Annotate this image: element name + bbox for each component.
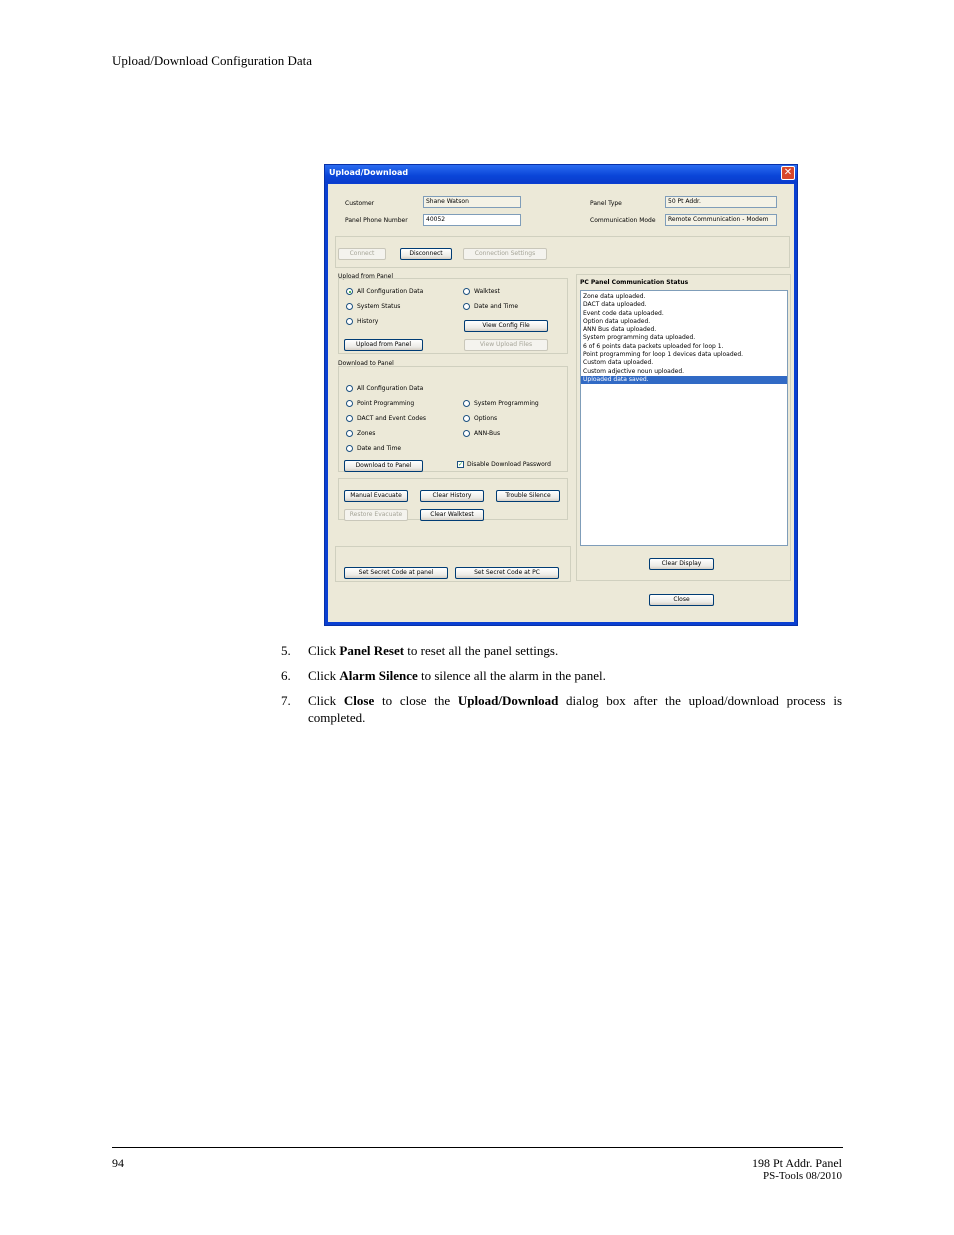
close-icon[interactable]: ✕ — [781, 166, 795, 180]
close-button[interactable]: Close — [649, 594, 714, 606]
disconnect-button[interactable]: Disconnect — [400, 248, 452, 260]
panel-type-label: Panel Type — [590, 200, 622, 207]
radio-icon — [463, 400, 470, 407]
radio-icon — [463, 288, 470, 295]
status-line: Zone data uploaded. — [583, 293, 646, 300]
radio-icon — [346, 385, 353, 392]
radio-icon — [346, 445, 353, 452]
upload-walktest-radio[interactable]: Walktest — [463, 287, 500, 296]
footer-rule — [112, 1147, 843, 1148]
disable-password-checkbox[interactable]: ✓ Disable Download Password — [457, 460, 551, 469]
radio-selected-icon — [346, 288, 353, 295]
status-line-selected: Uploaded data saved. — [581, 375, 787, 385]
dialog-title: Upload/Download — [329, 168, 409, 177]
set-secret-code-panel-button[interactable]: Set Secret Code at panel — [344, 567, 448, 579]
view-config-file-button[interactable]: View Config File — [464, 320, 548, 332]
connection-settings-button[interactable]: Connection Settings — [463, 248, 547, 260]
radio-icon — [463, 430, 470, 437]
restore-evacuate-button[interactable]: Restore Evacuate — [344, 509, 408, 521]
view-upload-files-button[interactable]: View Upload Files — [464, 339, 548, 351]
status-line: Point programming for loop 1 devices dat… — [583, 351, 744, 359]
footer-product: 198 Pt Addr. Panel — [751, 1156, 842, 1170]
footer-doc-ref: PS-Tools 08/2010 — [763, 1170, 842, 1182]
status-line: Option data uploaded. — [583, 317, 651, 325]
status-line: Custom data uploaded. — [583, 359, 654, 367]
download-system-programming-radio[interactable]: System Programming — [463, 399, 539, 408]
page-number: 94 — [112, 1156, 124, 1170]
dialog-client-area: Customer Shane Watson Panel Phone Number… — [328, 184, 794, 622]
manual-evacuate-button[interactable]: Manual Evacuate — [344, 490, 408, 502]
download-point-programming-radio[interactable]: Point Programming — [346, 399, 414, 408]
radio-icon — [346, 303, 353, 310]
upload-from-panel-button[interactable]: Upload from Panel — [344, 339, 423, 351]
radio-icon — [463, 303, 470, 310]
status-line: Custom adjective noun uploaded. — [583, 367, 685, 375]
status-line: ANN Bus data uploaded. — [583, 326, 657, 334]
status-line: 6 of 6 points data packets uploaded for … — [583, 342, 724, 350]
upload-system-status-radio[interactable]: System Status — [346, 302, 400, 311]
phone-label: Panel Phone Number — [345, 217, 408, 224]
radio-icon — [346, 400, 353, 407]
download-to-panel-button[interactable]: Download to Panel — [344, 460, 423, 472]
clear-display-button[interactable]: Clear Display — [649, 558, 714, 570]
dialog-titlebar[interactable]: Upload/Download ✕ — [325, 165, 797, 183]
comm-mode-field[interactable]: Remote Communication - Modem — [665, 214, 777, 226]
step-number: 5. — [281, 643, 291, 658]
upload-history-radio[interactable]: History — [346, 317, 378, 326]
clear-history-button[interactable]: Clear History — [420, 490, 484, 502]
customer-label: Customer — [345, 200, 375, 207]
download-options-radio[interactable]: Options — [463, 414, 497, 423]
step-text: Click Alarm Silence to silence all the a… — [308, 668, 606, 683]
comm-mode-label: Communication Mode — [590, 217, 656, 224]
download-date-time-radio[interactable]: Date and Time — [346, 444, 401, 453]
status-line: DACT data uploaded. — [583, 301, 647, 309]
status-list[interactable]: Zone data uploaded. DACT data uploaded. … — [580, 290, 788, 546]
panel-type-field[interactable]: 50 Pt Addr. — [665, 196, 777, 208]
upload-download-dialog: Upload/Download ✕ Customer Shane Watson … — [324, 164, 798, 626]
download-dact-radio[interactable]: DACT and Event Codes — [346, 414, 426, 423]
download-all-config-radio[interactable]: All Configuration Data — [346, 384, 423, 393]
radio-icon — [346, 415, 353, 422]
upload-date-time-radio[interactable]: Date and Time — [463, 302, 518, 311]
status-line: Event code data uploaded. — [583, 309, 664, 317]
step-text: Click Panel Reset to reset all the panel… — [308, 643, 559, 658]
clear-walktest-button[interactable]: Clear Walktest — [420, 509, 484, 521]
trouble-silence-button[interactable]: Trouble Silence — [496, 490, 560, 502]
check-icon: ✓ — [457, 461, 464, 468]
set-secret-code-pc-button[interactable]: Set Secret Code at PC — [455, 567, 559, 579]
upload-all-config-radio[interactable]: All Configuration Data — [346, 287, 423, 296]
step-number: 7. — [281, 693, 291, 708]
download-ann-bus-radio[interactable]: ANN-Bus — [463, 429, 500, 438]
radio-icon — [463, 415, 470, 422]
radio-icon — [346, 430, 353, 437]
customer-field[interactable]: Shane Watson — [423, 196, 521, 208]
status-line: System programming data uploaded. — [583, 334, 696, 342]
step-text: Click Close to close the Upload/Download… — [308, 693, 842, 725]
status-title: PC Panel Communication Status — [580, 279, 689, 286]
phone-field[interactable]: 40052 — [423, 214, 521, 226]
download-zones-radio[interactable]: Zones — [346, 429, 375, 438]
connect-button[interactable]: Connect — [338, 248, 386, 260]
step-number: 6. — [281, 668, 291, 683]
radio-icon — [346, 318, 353, 325]
section-header: Upload/Download Configuration Data — [112, 53, 313, 68]
